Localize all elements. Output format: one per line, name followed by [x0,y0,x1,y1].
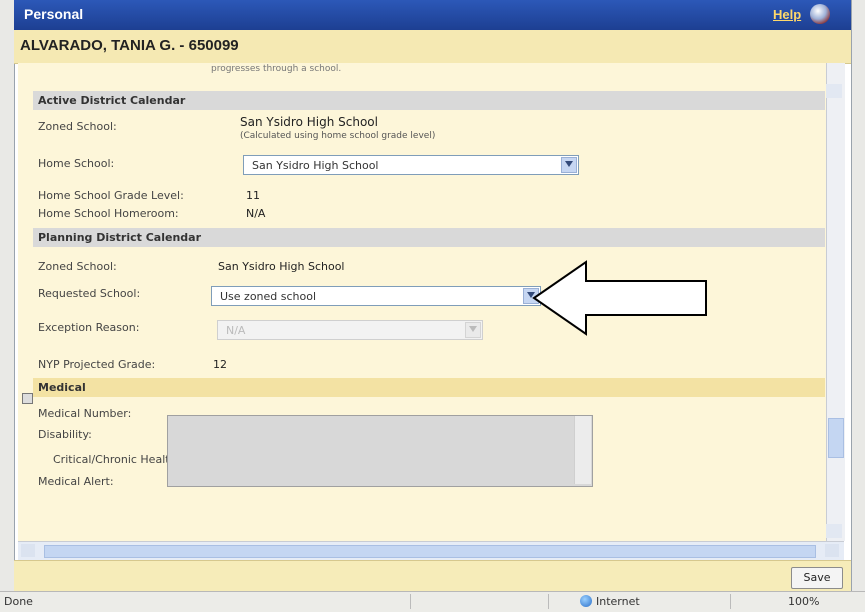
home-school-label: Home School: [38,157,115,170]
browser-right-edge [851,0,865,611]
section-title: Medical [38,381,86,394]
exception-reason-selected: N/A [226,324,246,337]
annotation-arrow-icon [532,260,707,336]
exception-reason-label: Exception Reason: [38,321,140,334]
browser-left-edge [0,0,15,611]
save-button[interactable]: Save [791,567,843,589]
critical-health-checkbox[interactable] [22,393,33,404]
scroll-left-arrow-icon[interactable] [21,544,35,557]
browser-status-bar: Done Internet 100% [0,591,865,612]
internet-globe-icon [580,595,592,607]
status-divider [548,594,551,609]
planning-zoned-school-label: Zoned School: [38,260,117,273]
vertical-scroll-thumb[interactable] [828,418,844,458]
status-divider [730,594,733,609]
chevron-down-icon [465,322,481,338]
truncated-text: progresses through a school. [211,64,342,74]
help-link[interactable]: Help [773,7,801,22]
textarea-scrollbar[interactable] [574,416,591,484]
homeroom-label: Home School Homeroom: [38,207,179,220]
zoom-level[interactable]: 100% [788,595,819,608]
title-bar: Personal Help [14,0,851,30]
zoned-school-value: San Ysidro High School [240,115,378,129]
vertical-scrollbar[interactable] [826,63,845,541]
home-school-select[interactable]: San Ysidro High School [243,155,579,175]
chevron-down-icon[interactable] [561,157,577,173]
requested-school-select[interactable]: Use zoned school [211,286,541,306]
zoned-school-note: (Calculated using home school grade leve… [240,131,436,141]
section-planning-calendar: Planning District Calendar [33,228,825,247]
horizontal-scrollbar[interactable] [18,541,844,560]
grade-level-label: Home School Grade Level: [38,189,184,202]
section-title: Active District Calendar [38,94,186,107]
scroll-up-arrow-icon[interactable] [826,84,842,98]
requested-school-selected: Use zoned school [220,290,317,303]
scroll-down-arrow-icon[interactable] [826,524,842,538]
status-text: Done [4,595,33,608]
medical-alert-label: Medical Alert: [38,475,114,488]
medical-number-label: Medical Number: [38,407,132,420]
requested-school-label: Requested School: [38,287,141,300]
section-medical: Medical [33,378,825,397]
grade-level-value: 11 [246,189,260,202]
section-title: Planning District Calendar [38,231,202,244]
home-school-selected: San Ysidro High School [252,159,379,172]
footer-bar: Save [14,560,851,592]
homeroom-value: N/A [246,207,266,220]
security-zone-label: Internet [596,595,640,608]
status-divider [410,594,471,609]
section-active-calendar: Active District Calendar [33,91,825,110]
scroll-right-arrow-icon[interactable] [825,544,839,557]
exception-reason-select: N/A [217,320,483,340]
planning-zoned-school-value: San Ysidro High School [218,260,345,273]
projected-grade-label: NYP Projected Grade: [38,358,156,371]
disability-label: Disability: [38,428,92,441]
projected-grade-value: 12 [213,358,227,371]
student-name: ALVARADO, TANIA G. - 650099 [20,37,239,54]
horizontal-scroll-thumb[interactable] [44,545,816,558]
zoned-school-label: Zoned School: [38,120,117,133]
help-globe-icon[interactable] [810,4,830,24]
student-header: ALVARADO, TANIA G. - 650099 [14,30,851,64]
medical-alert-textarea[interactable] [167,415,593,487]
window-title: Personal [24,6,84,22]
